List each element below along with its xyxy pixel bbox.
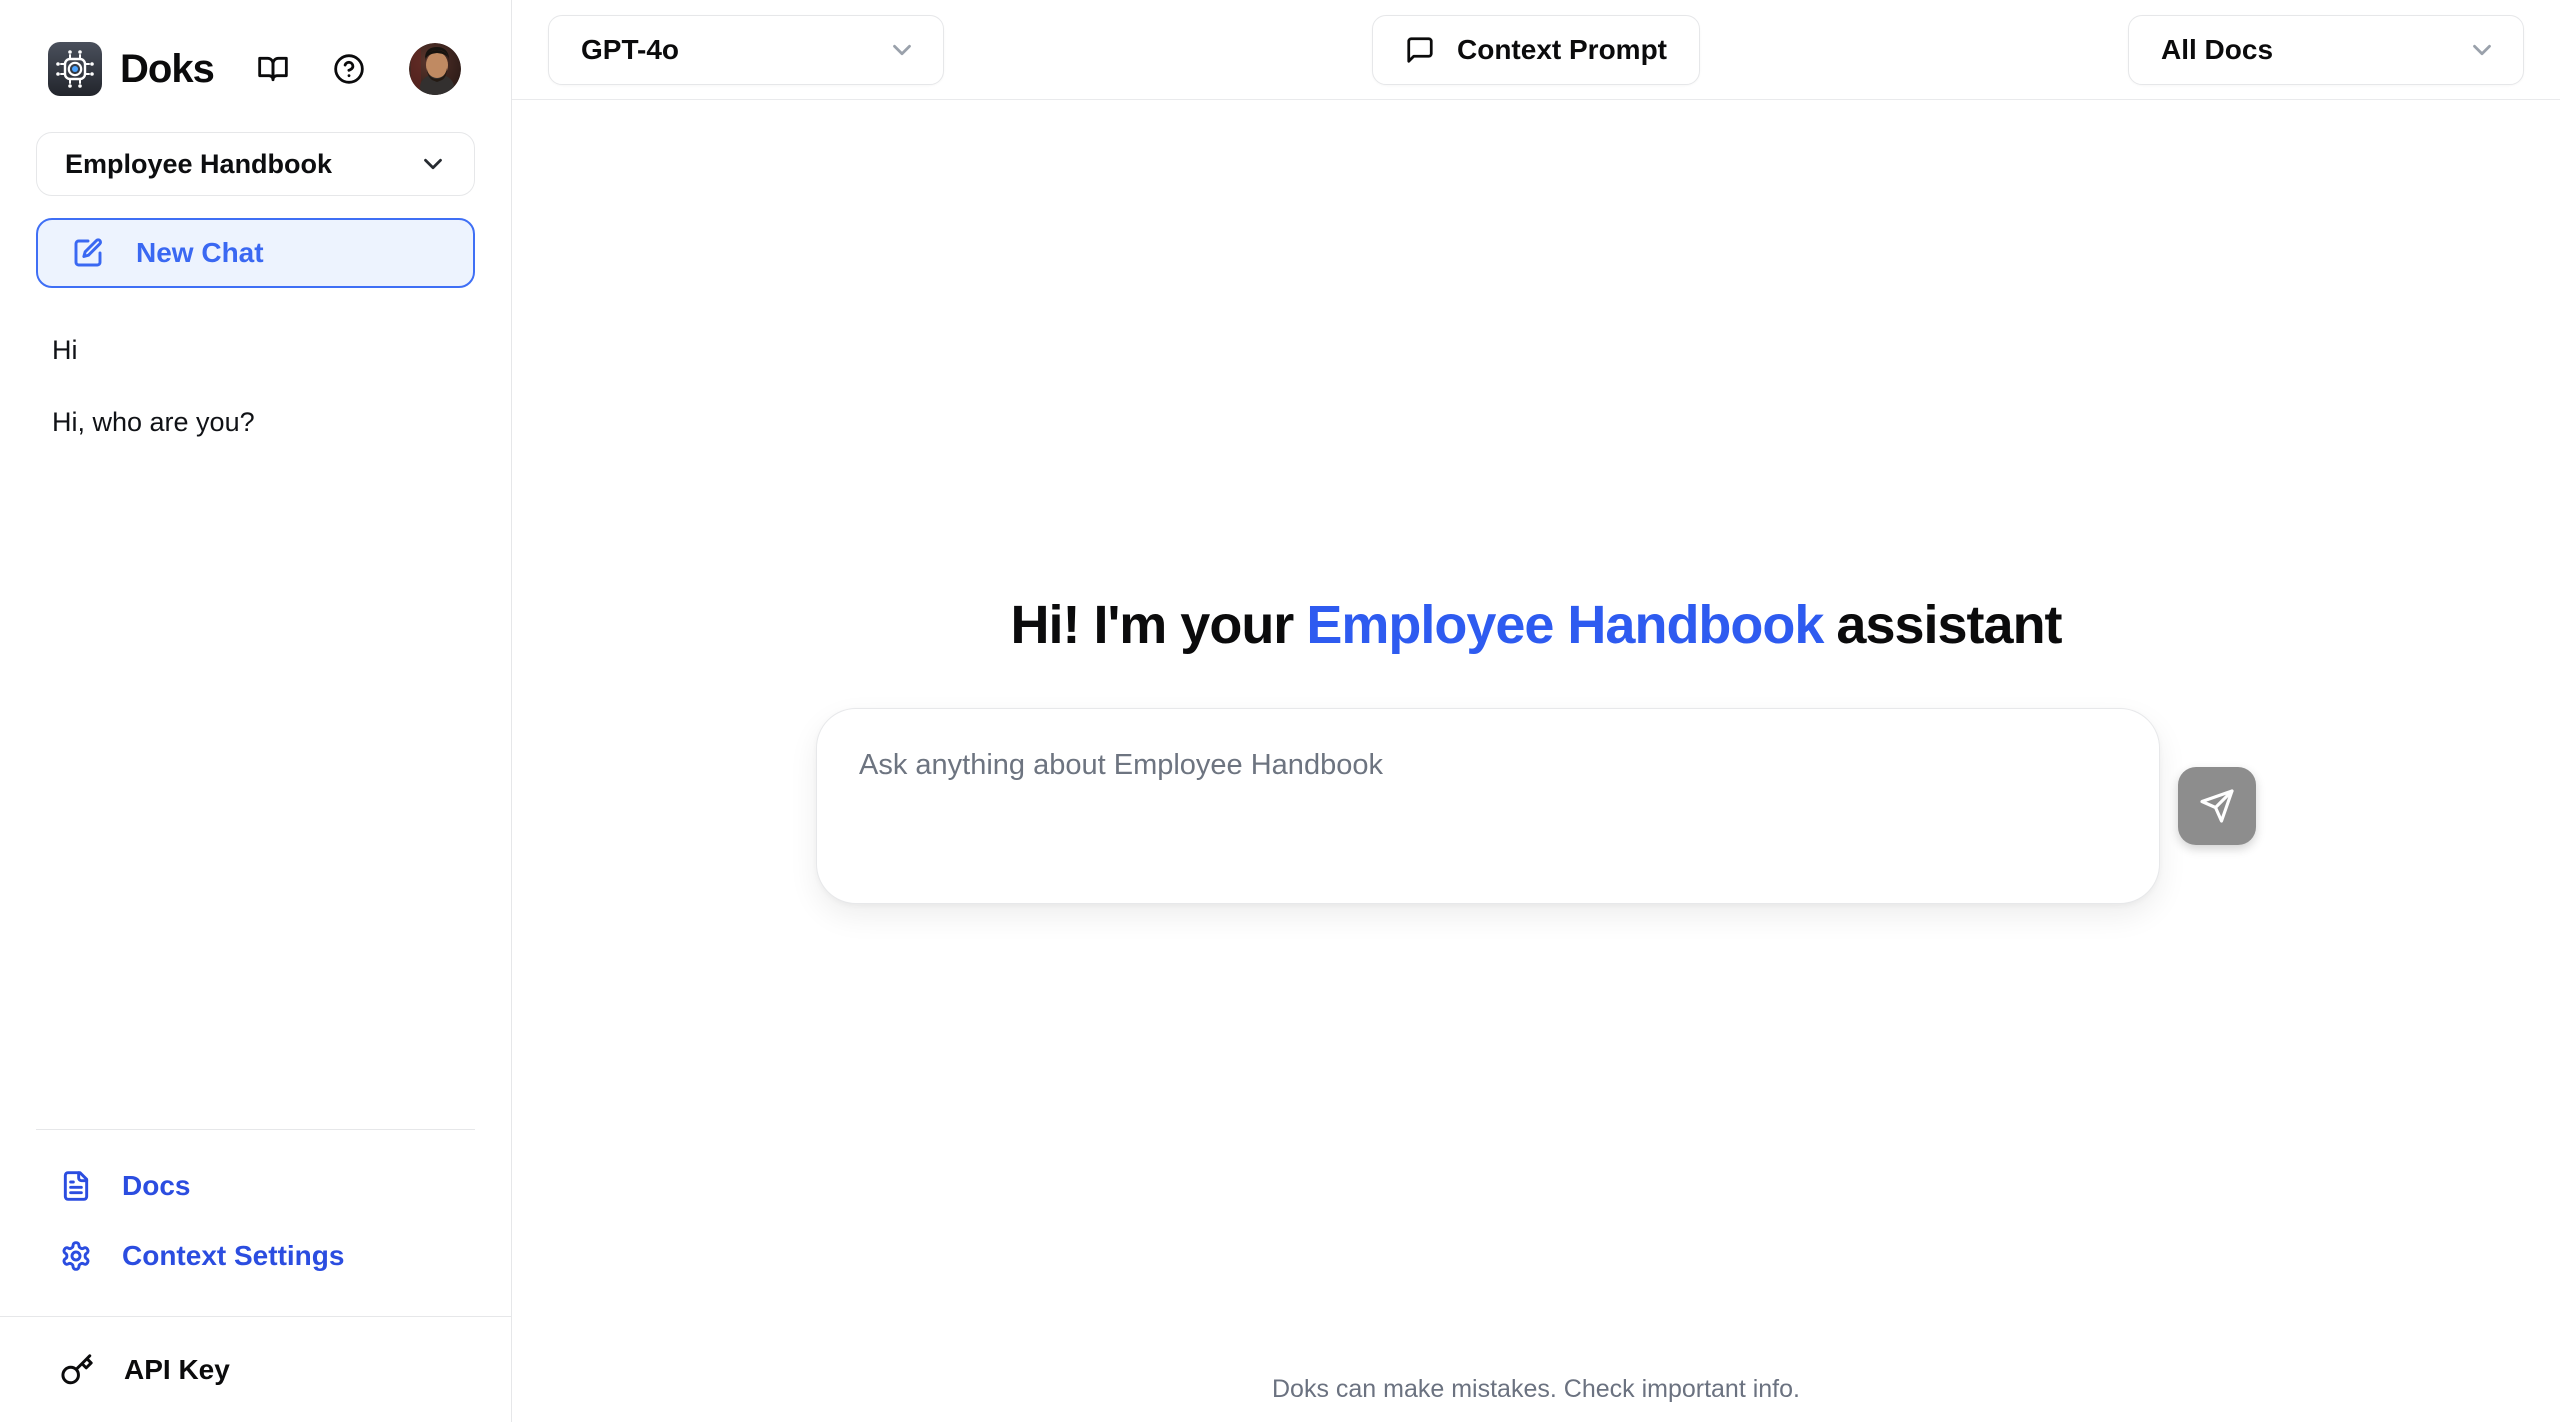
main-content: GPT-4o Context Prompt All Docs	[512, 0, 2560, 1422]
chat-history-item[interactable]: Hi	[36, 314, 475, 386]
context-prompt-button[interactable]: Context Prompt	[1372, 15, 1700, 85]
chevron-down-icon	[2467, 35, 2497, 65]
disclaimer-text: Doks can make mistakes. Check important …	[512, 1375, 2560, 1404]
brand-name: Doks	[120, 47, 214, 92]
greeting-highlight: Employee Handbook	[1306, 595, 1823, 655]
chat-input[interactable]	[816, 708, 2160, 904]
sidebar-item-api-key[interactable]: API Key	[0, 1316, 511, 1422]
chat-history-list: Hi Hi, who are you?	[0, 314, 511, 458]
docs-scope-selector[interactable]: All Docs	[2128, 15, 2524, 85]
user-avatar[interactable]	[409, 43, 461, 95]
sidebar-header-icons	[257, 43, 461, 95]
new-chat-label: New Chat	[136, 237, 264, 269]
new-chat-button[interactable]: New Chat	[36, 218, 475, 288]
workspace-selected-label: Employee Handbook	[65, 149, 332, 180]
chevron-down-icon	[887, 35, 917, 65]
model-selector[interactable]: GPT-4o	[548, 15, 944, 85]
book-open-icon	[257, 53, 289, 85]
sidebar-item-docs[interactable]: Docs	[36, 1156, 475, 1216]
sidebar-item-context-settings[interactable]: Context Settings	[36, 1226, 475, 1286]
app-window: Doks	[0, 0, 2560, 1422]
greeting-heading: Hi! I'm yourEmployee Handbookassistant	[1010, 594, 2061, 656]
brand: Doks	[48, 42, 214, 96]
sidebar-header: Doks	[0, 0, 511, 126]
key-icon	[60, 1353, 94, 1387]
context-prompt-label: Context Prompt	[1457, 34, 1667, 66]
composer-row	[816, 708, 2256, 904]
model-selected-label: GPT-4o	[581, 34, 679, 66]
gear-icon	[60, 1240, 92, 1272]
sidebar: Doks	[0, 0, 512, 1422]
greeting-prefix: Hi! I'm your	[1010, 595, 1293, 655]
help-button[interactable]	[333, 53, 365, 85]
sidebar-footer-links: Docs Context Settings	[36, 1129, 475, 1316]
help-circle-icon	[333, 53, 365, 85]
send-button[interactable]	[2178, 767, 2256, 845]
greeting-suffix: assistant	[1836, 595, 2061, 655]
file-text-icon	[60, 1170, 92, 1202]
send-icon	[2199, 788, 2235, 824]
chevron-down-icon	[418, 149, 448, 179]
doks-logo-icon	[48, 42, 102, 96]
workspace-selector[interactable]: Employee Handbook	[36, 132, 475, 196]
topbar: GPT-4o Context Prompt All Docs	[512, 0, 2560, 100]
chat-empty-state: Hi! I'm yourEmployee Handbookassistant	[512, 100, 2560, 1422]
docs-label: Docs	[122, 1170, 190, 1202]
sidebar-spacer	[0, 458, 511, 1129]
api-key-label: API Key	[124, 1354, 230, 1386]
chat-history-item[interactable]: Hi, who are you?	[36, 386, 475, 458]
docs-scope-selected-label: All Docs	[2161, 34, 2273, 66]
library-button[interactable]	[257, 53, 289, 85]
message-square-icon	[1405, 35, 1435, 65]
square-pen-icon	[72, 237, 104, 269]
context-settings-label: Context Settings	[122, 1240, 344, 1272]
